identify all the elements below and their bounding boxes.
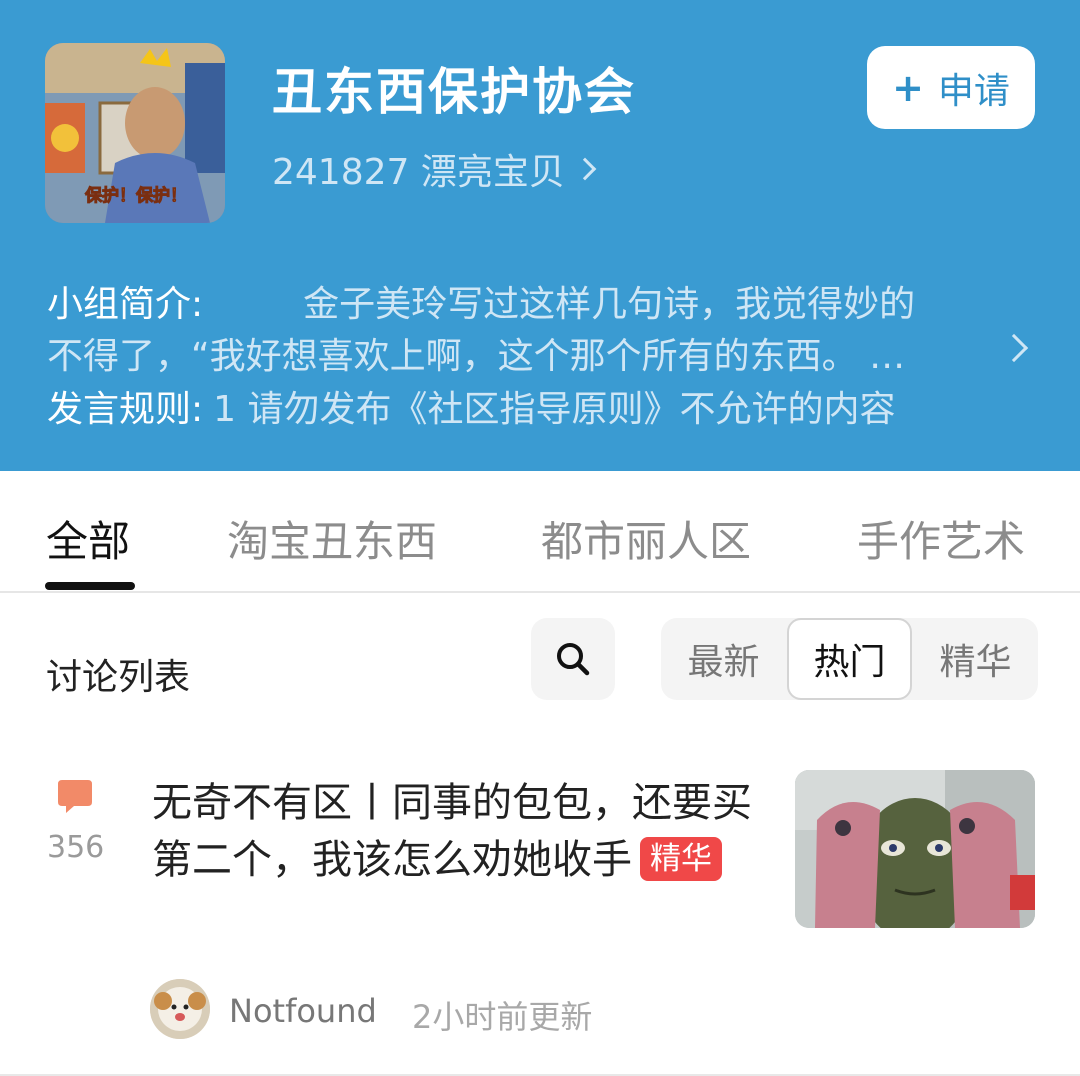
discussion-list-title: 讨论列表 [46, 657, 191, 698]
author-avatar[interactable] [150, 979, 210, 1039]
tab-all[interactable]: 全部 [46, 508, 130, 569]
post-title[interactable]: 无奇不有区丨同事的包包，还要买第二个，我该怎么劝她收手 精华 [152, 775, 752, 889]
sort-featured[interactable]: 精华 [913, 618, 1038, 700]
post-thumbnail[interactable] [795, 770, 1035, 928]
search-button[interactable] [531, 618, 615, 700]
sort-latest[interactable]: 最新 [661, 618, 786, 700]
active-tab-indicator [45, 582, 135, 590]
tab-urban-beauty[interactable]: 都市丽人区 [541, 508, 751, 569]
apply-button-label: 申请 [937, 70, 1010, 112]
intro-label: 小组简介: [47, 284, 204, 325]
category-tabs: 全部 淘宝丑东西 都市丽人区 手作艺术 [0, 471, 1080, 593]
featured-badge: 精华 [640, 837, 722, 881]
group-avatar-image: 保护！保护！ [45, 43, 225, 223]
post-update-time: 2小时前更新 [412, 998, 593, 1036]
member-count-text: 241827 漂亮宝贝 [272, 152, 565, 193]
group-title: 丑东西保护协会 [272, 63, 636, 121]
author-name[interactable]: Notfound [229, 992, 377, 1030]
rules-text: 1 请勿发布《社区指导原则》不允许的内容 [213, 389, 896, 430]
intro-text-line1: 金子美玲写过这样几句诗，我觉得妙的 [303, 284, 916, 325]
rules-label: 发言规则: [47, 389, 204, 430]
group-header: 保护！保护！ 丑东西保护协会 241827 漂亮宝贝 + 申请 小组简介: 金子美… [0, 0, 1080, 471]
comment-icon [56, 778, 94, 820]
post-thumbnail-image [795, 770, 1035, 928]
search-icon [557, 643, 590, 676]
author-avatar-image [150, 979, 210, 1039]
group-rules[interactable]: 发言规则: 1 请勿发布《社区指导原则》不允许的内容 [47, 380, 896, 432]
group-intro[interactable]: 小组简介: 金子美玲写过这样几句诗，我觉得妙的 [47, 275, 997, 327]
sort-hot[interactable]: 热门 [787, 618, 912, 700]
group-avatar[interactable]: 保护！保护！ [45, 43, 225, 223]
tab-handcraft[interactable]: 手作艺术 [857, 508, 1025, 569]
avatar-caption: 保护！保护！ [84, 185, 187, 206]
comment-count: 356 [47, 830, 105, 865]
sort-selector: 最新 热门 精华 [661, 618, 1038, 700]
intro-expand-chevron-icon[interactable] [999, 333, 1029, 363]
apply-button[interactable]: + 申请 [867, 46, 1035, 129]
plus-icon: + [892, 65, 924, 110]
intro-text-line2: 不得了，“我好想喜欢上啊，这个那个所有的东西。 … [47, 336, 906, 377]
tab-taobao[interactable]: 淘宝丑东西 [227, 508, 437, 569]
member-count-link[interactable]: 241827 漂亮宝贝 [272, 143, 597, 195]
chevron-right-icon [573, 157, 597, 181]
